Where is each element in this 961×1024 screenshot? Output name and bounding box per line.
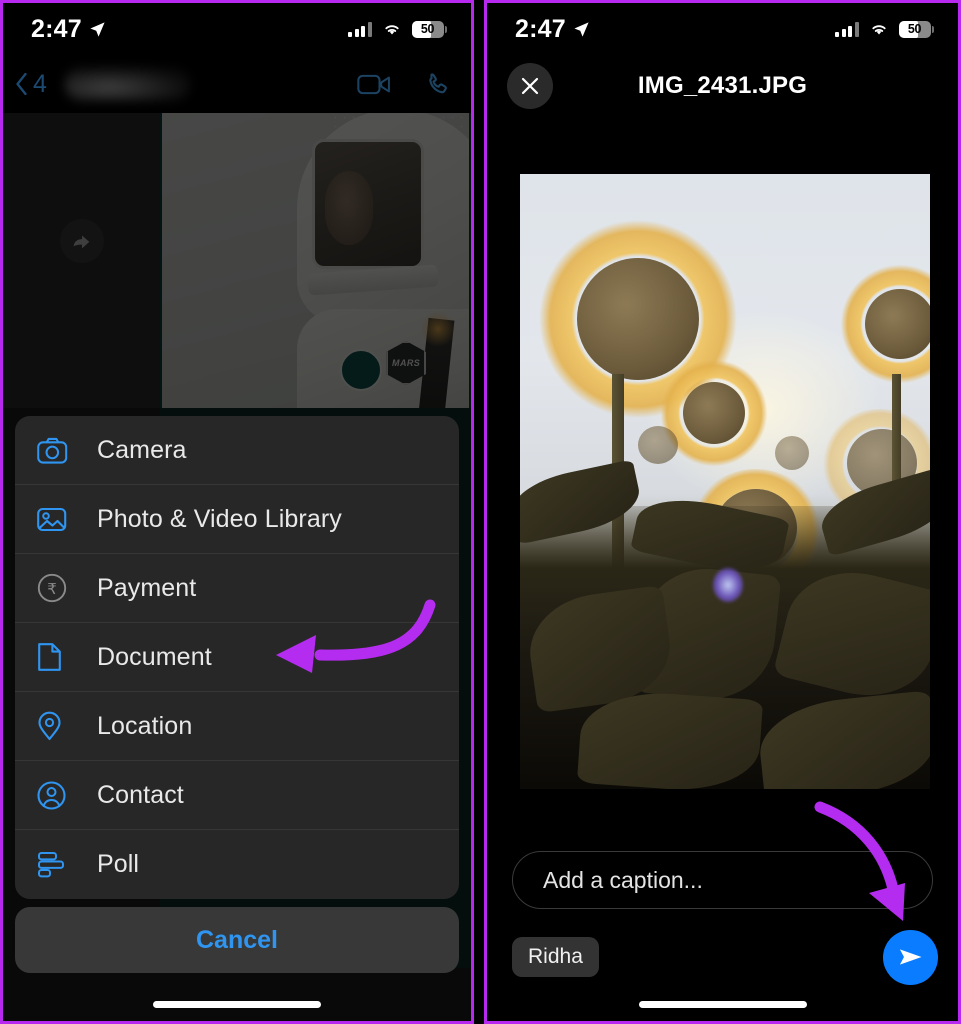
preview-header: IMG_2431.JPG — [487, 55, 958, 117]
status-bar-left: 2:47 — [31, 15, 106, 44]
recipient-row: Ridha — [512, 929, 938, 985]
back-button[interactable]: 4 — [15, 70, 47, 99]
status-bar: 2:47 50 — [3, 3, 471, 55]
phone-icon[interactable] — [424, 71, 451, 98]
status-bar: 2:47 50 — [487, 3, 958, 55]
page-title: IMG_2431.JPG — [637, 72, 808, 99]
sheet-item-label: Document — [97, 642, 212, 671]
sheet-item-document[interactable]: Document — [15, 623, 459, 692]
sheet-item-payment[interactable]: ₹ Payment — [15, 554, 459, 623]
location-pin-icon — [37, 711, 81, 741]
screenshot-stage: MARS 2:47 — [0, 0, 961, 1024]
rupee-payment-icon: ₹ — [37, 573, 81, 603]
sheet-item-label: Poll — [97, 850, 140, 878]
sheet-item-label: Camera — [97, 435, 187, 464]
panel-gap — [474, 0, 484, 1024]
wifi-icon — [384, 25, 399, 35]
status-bar-right: 50 — [835, 20, 934, 38]
chevron-left-icon — [16, 73, 27, 95]
photo-preview[interactable] — [520, 174, 930, 789]
right-phone-panel: 2:47 50 IMG_2431.JPG Add a caption... Ri… — [484, 0, 961, 1024]
cancel-button[interactable]: Cancel — [15, 907, 459, 973]
contact-person-icon — [37, 780, 81, 810]
sheet-item-contact[interactable]: Contact — [15, 761, 459, 830]
location-arrow-icon — [574, 21, 589, 37]
caption-input[interactable]: Add a caption... — [512, 851, 933, 909]
battery-percent: 50 — [420, 22, 435, 36]
location-arrow-icon — [90, 21, 105, 37]
cancel-label: Cancel — [196, 925, 278, 954]
recipient-chip[interactable]: Ridha — [512, 937, 599, 977]
lens-flare — [712, 567, 743, 602]
photo-library-icon — [37, 506, 81, 533]
home-indicator — [153, 1001, 321, 1008]
cellular-bars-icon — [835, 21, 859, 37]
contact-name-blurred[interactable] — [64, 67, 190, 101]
video-camera-icon[interactable] — [357, 72, 392, 97]
sheet-item-label: Location — [97, 711, 193, 740]
sheet-item-location[interactable]: Location — [15, 692, 459, 761]
sheet-item-label: Contact — [97, 780, 184, 809]
left-phone-panel: MARS 2:47 — [0, 0, 474, 1024]
attachment-action-sheet: Camera Photo & Video Library ₹ Payment D… — [15, 416, 459, 899]
close-x-icon[interactable] — [507, 63, 553, 109]
status-bar-right: 50 — [348, 20, 447, 38]
status-bar-left: 2:47 — [515, 15, 590, 44]
poll-bars-icon — [37, 851, 81, 878]
cellular-bars-icon — [348, 21, 372, 37]
chat-nav-bar: 4 — [3, 55, 471, 113]
sheet-item-label: Photo & Video Library — [97, 504, 342, 533]
status-time: 2:47 — [515, 14, 566, 43]
send-button[interactable] — [883, 929, 938, 985]
send-paper-plane-icon — [899, 949, 921, 965]
camera-icon — [37, 437, 81, 464]
document-icon — [37, 642, 81, 672]
sheet-item-label: Payment — [97, 573, 197, 602]
battery-indicator: 50 — [898, 20, 934, 38]
status-time: 2:47 — [31, 14, 82, 43]
unread-count-badge: 4 — [33, 69, 47, 98]
sheet-item-poll[interactable]: Poll — [15, 830, 459, 899]
svg-text:₹: ₹ — [47, 581, 57, 598]
home-indicator — [638, 1001, 807, 1008]
nav-actions — [357, 71, 451, 98]
battery-percent: 50 — [907, 22, 922, 36]
sheet-item-photo-video-library[interactable]: Photo & Video Library — [15, 485, 459, 554]
wifi-icon — [871, 25, 886, 35]
sheet-item-camera[interactable]: Camera — [15, 416, 459, 485]
caption-placeholder: Add a caption... — [543, 866, 703, 893]
battery-indicator: 50 — [411, 20, 447, 38]
